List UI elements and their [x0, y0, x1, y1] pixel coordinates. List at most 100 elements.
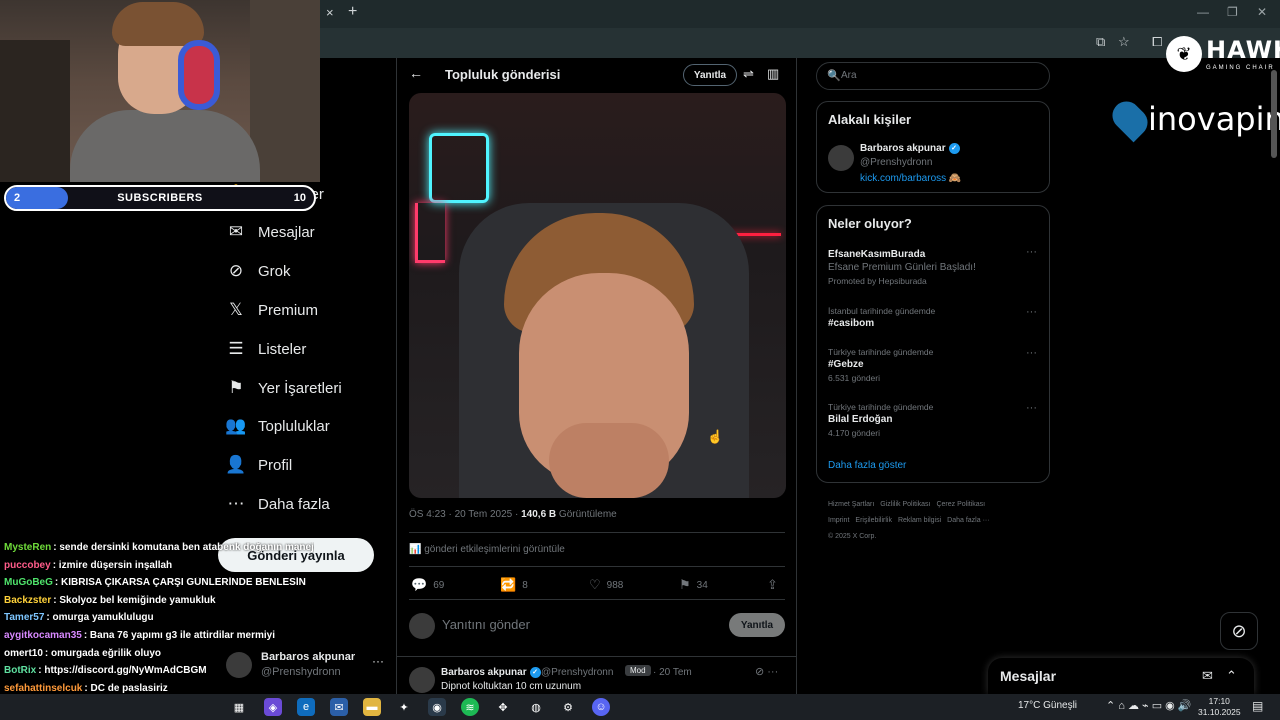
chat-username[interactable]: Tamer57 — [4, 612, 44, 623]
spotify-icon[interactable]: ≋ — [461, 698, 479, 716]
chrome-icon[interactable]: ◉ — [428, 698, 446, 716]
post-timestamp[interactable]: ÖS 4:23 · 20 Tem 2025 · — [409, 509, 521, 520]
footer-link[interactable]: Imprint — [828, 517, 849, 524]
repost-icon: 🔁 — [500, 577, 517, 592]
new-tab-icon[interactable]: + — [348, 3, 357, 21]
trend-more-icon[interactable]: ··· — [1026, 246, 1037, 258]
show-more-link[interactable]: Daha fazla göster — [828, 460, 906, 471]
post-image[interactable]: ☝ — [409, 93, 786, 498]
app-icon[interactable]: ✦ — [395, 698, 413, 716]
nav-communities[interactable]: 👥 Topluluklar — [225, 411, 329, 441]
trend-subtitle: Efsane Premium Günleri Başladı! — [828, 262, 976, 273]
window-close-icon[interactable]: ✕ — [1257, 5, 1267, 19]
related-name[interactable]: Barbaros akpunar ✓ — [860, 143, 960, 154]
messages-dock[interactable]: Mesajlar ✉ ⌃ — [988, 658, 1254, 694]
chat-username[interactable]: Backzster — [4, 595, 51, 606]
file-explorer-icon[interactable]: ▬ — [363, 698, 381, 716]
reply-text: Dipnot koltuktan 10 cm uzunum — [441, 681, 582, 692]
avatar[interactable] — [409, 667, 435, 693]
footer-link[interactable]: Hizmet Şartları — [828, 501, 874, 508]
filter-icon[interactable]: ⇌ — [743, 66, 754, 82]
trend-item[interactable]: İstanbul tarihinde gündemde #casibom — [828, 306, 1038, 329]
footer-link[interactable]: Gizlilik Politikası — [880, 501, 930, 508]
footer-link[interactable]: © 2025 X Corp. — [828, 533, 876, 540]
view-engagements-link[interactable]: 📊 gönderi etkileşimlerini görüntüle — [409, 544, 565, 555]
footer-link[interactable]: Daha fazla ··· — [947, 517, 989, 524]
nav-messages[interactable]: ✉ Mesajlar — [226, 217, 315, 247]
mail-app-icon[interactable]: ✉ — [330, 698, 348, 716]
reply-author-handle[interactable]: @Prenshydronn — [541, 667, 613, 678]
divider — [397, 656, 796, 657]
minimize-icon[interactable]: — — [1197, 5, 1209, 19]
nav-label: Premium — [258, 301, 319, 319]
reply-more-icon[interactable]: ⊘ ··· — [755, 665, 778, 678]
reply-submit-button[interactable]: Yanıtla — [729, 613, 785, 637]
trend-item[interactable]: Türkiye tarihinde gündemde Bilal Erdoğan… — [828, 402, 1038, 438]
chat-username[interactable]: sefahattinselcuk — [4, 683, 82, 694]
extensions-icon[interactable]: ⧠ — [1152, 34, 1162, 50]
nav-profile[interactable]: 👤 Profil — [225, 450, 292, 480]
related-link[interactable]: kick.com/barbaross 🙈 — [860, 173, 961, 184]
new-message-icon[interactable]: ✉ — [1202, 668, 1213, 684]
trend-item[interactable]: Türkiye tarihinde gündemde #Gebze 6.531 … — [828, 347, 1038, 383]
nav-grok[interactable]: ⊘ Grok — [226, 256, 291, 286]
like-count: 988 — [606, 579, 624, 591]
trend-more-icon[interactable]: ··· — [1026, 347, 1037, 359]
weather-widget[interactable]: 17°C Güneşli — [1018, 700, 1077, 711]
chat-username[interactable]: omert10 — [4, 648, 43, 659]
like-action[interactable]: ♡ 988 — [589, 577, 623, 593]
reply-input[interactable]: Yanıtını gönder — [442, 617, 530, 632]
star-icon[interactable]: ☆ — [1118, 34, 1130, 50]
close-tab-icon[interactable]: × — [326, 5, 334, 20]
repost-action[interactable]: 🔁 8 — [500, 577, 528, 593]
reply-author-name[interactable]: Barbaros akpunar ✓ — [441, 667, 541, 678]
footer-link[interactable]: Erişilebilirlik — [855, 517, 892, 524]
system-tray-icons[interactable]: ⌃ ⌂ ☁ ⌁ ▭ ◉ 🔊 — [1106, 699, 1192, 712]
chat-username[interactable]: MysteRen — [4, 542, 51, 553]
back-arrow-icon[interactable]: ← — [409, 65, 423, 81]
nav-lists[interactable]: ☰ Listeler — [226, 334, 306, 364]
scrollbar[interactable] — [1271, 70, 1277, 158]
search-input[interactable]: 🔍 Ara — [816, 62, 1050, 90]
nav-more[interactable]: ⋯ Daha fazla — [226, 489, 330, 519]
discord-icon[interactable]: ☺ — [592, 698, 610, 716]
nav-bookmarks[interactable]: ⚑ Yer İşaretleri — [226, 373, 341, 403]
maximize-icon[interactable]: ❐ — [1227, 5, 1238, 19]
reply-time[interactable]: · 20 Tem — [653, 667, 692, 678]
trend-more-icon[interactable]: ··· — [1026, 402, 1037, 414]
share-action[interactable]: ⇪ — [767, 577, 784, 593]
install-icon[interactable]: ⧉ — [1096, 34, 1105, 50]
heart-icon: ♡ — [589, 577, 601, 592]
chat-username[interactable]: BotRix — [4, 665, 36, 676]
avatar[interactable] — [828, 145, 854, 171]
reply-pill-button[interactable]: Yanıtla — [683, 64, 737, 86]
nav-premium[interactable]: 𝕏 Premium — [226, 295, 318, 325]
task-view-icon[interactable]: ▦ — [230, 698, 248, 716]
footer-link[interactable]: Reklam bilgisi — [898, 517, 941, 524]
edge-icon[interactable]: e — [297, 698, 315, 716]
trend-item[interactable]: EfsaneKasımBurada Efsane Premium Günleri… — [828, 247, 1038, 286]
chat-username[interactable]: aygitkocaman35 — [4, 630, 82, 641]
chat-message: puccobey: izmire düşersin inşallah — [4, 560, 314, 578]
expand-icon[interactable]: ⌃ — [1226, 668, 1237, 684]
trend-context: Türkiye tarihinde gündemde — [828, 402, 934, 412]
nav-label: Listeler — [258, 340, 307, 358]
chat-username[interactable]: MuGoBeG — [4, 577, 53, 588]
trend-more-icon[interactable]: ··· — [1026, 306, 1037, 318]
chat-text: : DC de paslasiriz — [84, 682, 168, 694]
steam-icon[interactable]: ⚙ — [559, 698, 577, 716]
account-more-icon[interactable]: ··· — [372, 654, 384, 668]
reply-action[interactable]: 💬 69 — [411, 577, 444, 593]
grok-floating-button[interactable]: ⊘ — [1220, 612, 1258, 650]
notification-center-icon[interactable]: ▤ — [1252, 699, 1263, 713]
footer-link[interactable]: Çerez Politikası — [936, 501, 985, 508]
copilot-icon[interactable]: ◈ — [264, 698, 282, 716]
bookmark-icon: ⚑ — [228, 378, 244, 397]
reader-icon[interactable]: ▥ — [767, 66, 779, 82]
address-bar[interactable]: ⧉ ☆ ⧠ — [320, 28, 1280, 58]
network-app-icon[interactable]: ✥ — [494, 698, 512, 716]
chat-username[interactable]: puccobey — [4, 560, 51, 571]
clock[interactable]: 17:10 31.10.2025 — [1198, 696, 1241, 718]
bookmark-action[interactable]: ⚑ 34 — [679, 577, 708, 593]
obs-icon[interactable]: ◍ — [527, 698, 545, 716]
